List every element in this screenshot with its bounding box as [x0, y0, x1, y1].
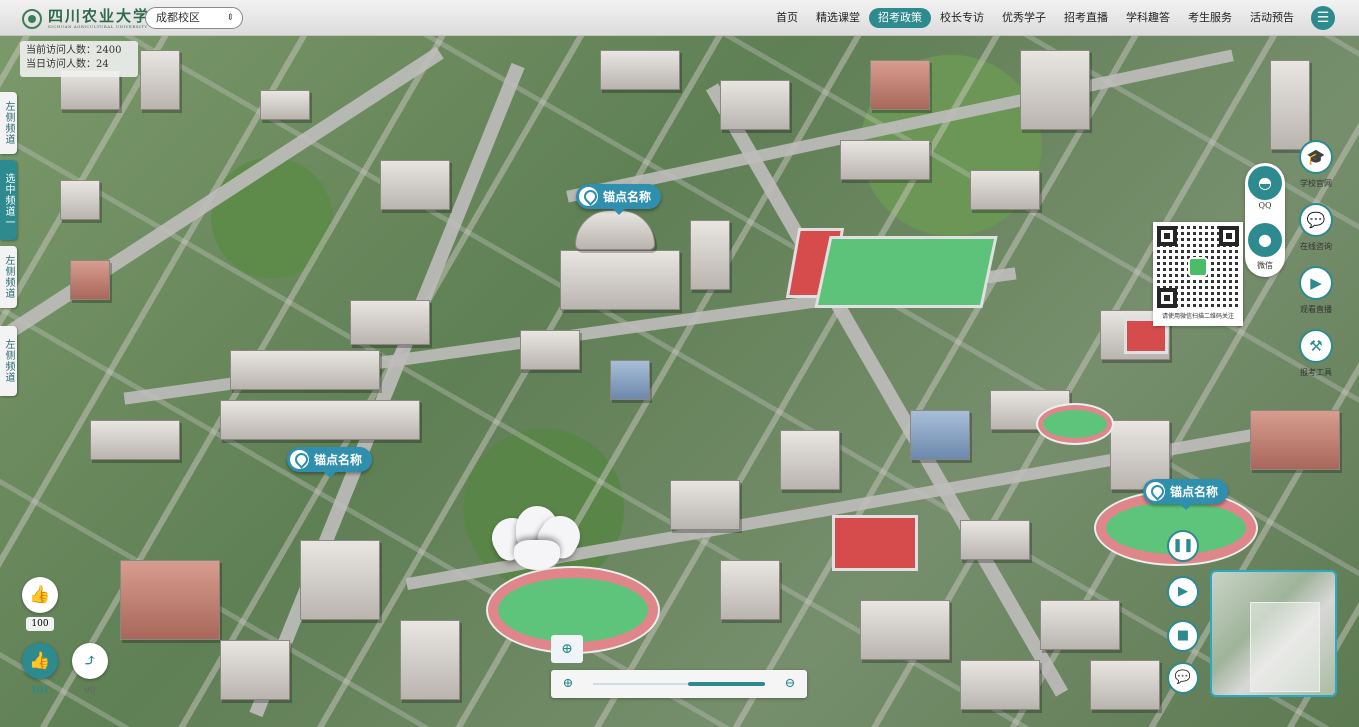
channel-tab-4[interactable]: 左侧频道	[0, 326, 17, 396]
apply-tools-icon[interactable]: ⚒	[1299, 329, 1333, 363]
thumbs-up-icon[interactable]: 👍	[22, 577, 58, 613]
wechat-label: 微信	[1257, 261, 1273, 270]
nav-item-president-interview[interactable]: 校长专访	[931, 8, 993, 28]
current-visitors-value: 2400	[96, 45, 122, 56]
marker-label: 锚点名称	[314, 453, 363, 467]
visitor-stats: 当前访问人数：2400 当日访问人数：24	[20, 41, 138, 77]
school-website-icon[interactable]: 🎓	[1299, 140, 1333, 174]
nav-item-event-preview[interactable]: 活动预告	[1241, 8, 1303, 28]
nav-item-admission-policy[interactable]: 招考政策	[869, 8, 931, 28]
nav-item-home[interactable]: 首页	[767, 8, 807, 28]
share-count: 99	[84, 686, 96, 696]
map-marker[interactable]: 锚点名称	[576, 184, 662, 215]
qq-icon[interactable]: ◓	[1248, 166, 1282, 200]
campus-select-value: 成都校区	[156, 11, 200, 24]
logo-emblem-icon	[22, 9, 42, 29]
university-logo[interactable]: 四川农业大学 SICHUAN AGRICULTURAL UNIVERSITY	[22, 7, 150, 31]
thumbs-up-filled-icon[interactable]: 👍	[22, 643, 58, 679]
map-marker[interactable]: 锚点名称	[1143, 479, 1229, 510]
zoom-fill	[687, 682, 765, 686]
qq-label: QQ	[1258, 201, 1272, 210]
zoom-slider[interactable]: ⊕ ⊖	[551, 670, 807, 698]
nav-item-outstanding-students[interactable]: 优秀学子	[993, 8, 1055, 28]
side-label-consult: 在线咨询	[1300, 242, 1332, 251]
campus-select[interactable]: 成都校区 ⇕	[145, 7, 243, 29]
nav-item-candidate-service[interactable]: 考生服务	[1179, 8, 1241, 28]
like-count: 100	[26, 617, 54, 631]
side-label-tools: 报考工具	[1300, 368, 1332, 377]
marker-label: 锚点名称	[1170, 485, 1219, 499]
play-icon[interactable]: ▶	[1167, 576, 1199, 608]
marker-label: 锚点名称	[603, 190, 652, 204]
wechat-qr-popup: 请使用微信扫描二维码关注	[1153, 222, 1243, 326]
minimap-viewport[interactable]	[1250, 602, 1320, 692]
logo-subtitle: SICHUAN AGRICULTURAL UNIVERSITY	[48, 24, 148, 29]
zoom-out-icon[interactable]: ⊖	[781, 675, 799, 693]
nav-item-featured-class[interactable]: 精选课堂	[807, 8, 869, 28]
nav-item-admission-live[interactable]: 招考直播	[1055, 8, 1117, 28]
qr-code	[1157, 226, 1239, 308]
channel-tab-selected[interactable]: 选中频道一	[0, 160, 17, 240]
wechat-logo-icon	[1188, 257, 1208, 277]
pause-icon[interactable]: ❚❚	[1167, 530, 1199, 562]
stop-icon[interactable]: ■	[1167, 620, 1199, 652]
map-marker[interactable]: 锚点名称	[287, 447, 373, 478]
zoom-in-icon[interactable]: ⊕	[559, 675, 577, 693]
main-nav: 首页 精选课堂 招考政策 校长专访 优秀学子 招考直播 学科趣答 考生服务 活动…	[767, 8, 1303, 28]
today-visitors: 当日访问人数：24	[26, 59, 109, 70]
campus-3d-map[interactable]	[0, 0, 1359, 727]
location-pin-icon	[290, 450, 309, 469]
share-icon[interactable]: ⤴	[72, 643, 108, 679]
minimap[interactable]	[1210, 570, 1337, 697]
hamburger-menu-icon[interactable]: ☰	[1311, 6, 1335, 30]
chevron-updown-icon: ⇕	[226, 13, 234, 23]
channel-tab-3[interactable]: 左侧频道	[0, 246, 17, 308]
like-count-active: 101	[30, 686, 50, 696]
current-visitors: 当前访问人数：2400	[26, 45, 122, 56]
qr-caption: 请使用微信扫描二维码关注	[1161, 313, 1234, 320]
side-label-website: 学校官网	[1300, 179, 1332, 188]
zoom-in-icon[interactable]: ⊕	[551, 635, 583, 663]
channel-tab-1[interactable]: 左侧频道	[0, 92, 17, 154]
today-visitors-value: 24	[96, 59, 109, 70]
side-label-live: 观看直播	[1300, 305, 1332, 314]
wechat-icon[interactable]: ●	[1248, 223, 1282, 257]
nav-item-subject-qa[interactable]: 学科趣答	[1117, 8, 1179, 28]
watch-live-icon[interactable]: ▶	[1299, 266, 1333, 300]
chat-bubble-icon[interactable]: 💬	[1167, 662, 1199, 694]
top-header: 四川农业大学 SICHUAN AGRICULTURAL UNIVERSITY 成…	[0, 0, 1359, 36]
logo-title: 四川农业大学	[48, 7, 151, 25]
location-pin-icon	[1146, 482, 1165, 501]
location-pin-icon	[579, 187, 598, 206]
online-consult-icon[interactable]: 💬	[1299, 203, 1333, 237]
